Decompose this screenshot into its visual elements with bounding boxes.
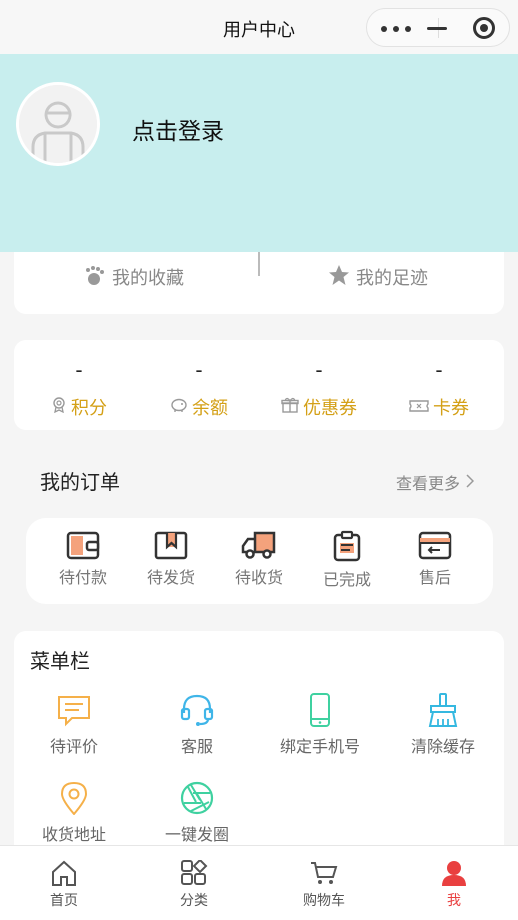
pending-review-label: 待评价 [49, 737, 98, 756]
minimize-icon[interactable] [427, 27, 447, 30]
tab-me[interactable]: 我 [404, 860, 504, 910]
shutter-icon [137, 781, 257, 815]
gift-icon [281, 397, 303, 418]
phone-icon [260, 693, 380, 727]
after-sales-label: 售后 [418, 568, 451, 587]
clipboard-icon [307, 530, 387, 562]
tab-cart[interactable]: 购物车 [274, 860, 374, 910]
menu-item-bind-phone[interactable]: 绑定手机号 [260, 693, 380, 757]
more-icon[interactable] [381, 26, 419, 32]
mini-program-capsule [366, 8, 510, 47]
coupons-value: - [315, 358, 323, 382]
stat-coupons[interactable]: - 优惠券 [258, 358, 380, 420]
completed-label: 已完成 [322, 570, 371, 589]
one-click-post-label: 一键发圈 [164, 825, 229, 844]
tab-category-label: 分类 [180, 893, 208, 909]
points-value: - [75, 358, 83, 382]
piggy-bank-icon [170, 397, 192, 418]
comment-icon [14, 693, 134, 727]
orders-title: 我的订单 [40, 470, 120, 494]
view-more-label: 查看更多 [396, 474, 461, 493]
login-link[interactable]: 点击登录 [132, 112, 224, 146]
bind-phone-label: 绑定手机号 [279, 737, 360, 756]
view-more-link[interactable]: 查看更多 [396, 470, 475, 494]
favorites-card: 我的收藏 我的足迹 [14, 252, 504, 314]
balance-label: 余额 [192, 398, 228, 419]
return-card-icon [395, 530, 475, 560]
shipping-address-label: 收货地址 [41, 825, 106, 844]
tab-bar: 首页 分类 购物车 我 [0, 845, 518, 920]
card-vouchers-value: - [435, 358, 443, 382]
order-after-sales[interactable]: 售后 [395, 530, 475, 588]
orders-card: 待付款 待发货 待收货 已完成 售后 [26, 518, 493, 604]
pending-shipment-label: 待发货 [146, 568, 195, 587]
tab-home-label: 首页 [50, 893, 78, 909]
balance-value: - [195, 358, 203, 382]
tab-cart-label: 购物车 [303, 893, 345, 909]
points-label: 积分 [71, 398, 107, 419]
order-pending-shipment[interactable]: 待发货 [131, 530, 211, 588]
my-collection-label: 我的收藏 [112, 268, 184, 289]
clear-cache-label: 清除缓存 [410, 737, 475, 756]
menu-title: 菜单栏 [30, 649, 90, 673]
card-vouchers-label: 卡券 [433, 398, 469, 419]
profile-header: 点击登录 [0, 54, 518, 252]
stat-points[interactable]: - 积分 [18, 358, 140, 420]
my-collection-button[interactable]: 我的收藏 [84, 262, 184, 292]
order-pending-payment[interactable]: 待付款 [43, 530, 123, 588]
customer-service-label: 客服 [180, 737, 213, 756]
my-footprint-label: 我的足迹 [356, 268, 428, 289]
coupons-label: 优惠券 [303, 398, 357, 419]
chevron-right-icon [466, 473, 475, 492]
close-target-icon[interactable] [473, 17, 495, 39]
badge-icon [51, 396, 71, 418]
menu-item-customer-service[interactable]: 客服 [137, 693, 257, 757]
my-footprint-button[interactable]: 我的足迹 [328, 262, 428, 292]
order-pending-receipt[interactable]: 待收货 [219, 530, 299, 588]
divider [258, 252, 260, 276]
tab-home[interactable]: 首页 [14, 860, 114, 910]
tab-me-label: 我 [447, 893, 461, 909]
menu-item-pending-review[interactable]: 待评价 [14, 693, 134, 757]
broom-icon [383, 693, 503, 727]
footprint-icon [84, 264, 112, 291]
avatar[interactable] [16, 82, 100, 166]
ticket-icon [409, 397, 433, 418]
assets-card: - 积分 - 余额 - 优惠券 - 卡券 [14, 340, 504, 430]
cart-icon [274, 860, 374, 886]
location-pin-icon [14, 781, 134, 815]
stat-balance[interactable]: - 余额 [138, 358, 260, 420]
package-icon [131, 530, 211, 560]
tab-category[interactable]: 分类 [144, 860, 244, 910]
title-bar: 用户中心 [0, 0, 518, 54]
category-icon [144, 860, 244, 886]
menu-card: 菜单栏 待评价 客服 绑定手机号 清除缓存 收货地址 一键发圈 [14, 631, 504, 845]
menu-item-clear-cache[interactable]: 清除缓存 [383, 693, 503, 757]
wallet-icon [43, 530, 123, 560]
menu-item-one-click-post[interactable]: 一键发圈 [137, 781, 257, 845]
star-icon [328, 264, 356, 291]
user-icon [404, 860, 504, 886]
headset-icon [137, 693, 257, 727]
pending-payment-label: 待付款 [58, 568, 107, 587]
home-icon [14, 860, 114, 886]
menu-item-shipping-address[interactable]: 收货地址 [14, 781, 134, 845]
truck-icon [219, 530, 299, 560]
pending-receipt-label: 待收货 [234, 568, 283, 587]
stat-card-vouchers[interactable]: - 卡券 [378, 358, 500, 420]
order-completed[interactable]: 已完成 [307, 530, 387, 590]
